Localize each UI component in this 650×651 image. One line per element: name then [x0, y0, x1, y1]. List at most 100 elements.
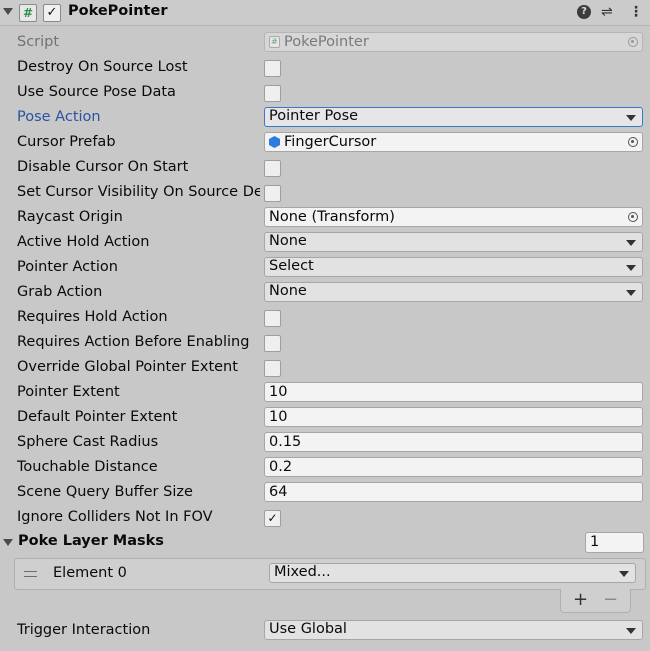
touchable-distance-label: Touchable Distance — [17, 459, 158, 475]
poke-layer-masks-size-value: 1 — [590, 534, 600, 550]
poke-layer-masks-size-input[interactable]: 1 — [585, 532, 644, 553]
requires-action-before-enabling-label: Requires Action Before Enabling — [17, 334, 250, 350]
element-0-value: Mixed... — [274, 564, 331, 580]
cursor-prefab-field[interactable]: FingerCursor — [264, 132, 643, 152]
row-default-pointer-extent: Default Pointer Extent 10 — [0, 406, 650, 431]
use-source-pose-data-checkbox[interactable] — [264, 85, 281, 102]
component-header: # ✓ PokePointer ? ⇌ ⋮ — [0, 0, 650, 26]
row-ignore-colliders-not-in-fov: Ignore Colliders Not In FOV ✓ — [0, 506, 650, 531]
trigger-interaction-value: Use Global — [269, 621, 347, 637]
set-cursor-visibility-label: Set Cursor Visibility On Source Detected — [17, 184, 260, 200]
remove-element-button[interactable]: − — [603, 589, 618, 611]
ignore-colliders-not-in-fov-checkbox[interactable]: ✓ — [264, 510, 281, 527]
active-hold-action-label: Active Hold Action — [17, 234, 150, 250]
row-pointer-extent: Pointer Extent 10 — [0, 381, 650, 406]
set-cursor-visibility-checkbox[interactable] — [264, 185, 281, 202]
pointer-extent-input[interactable]: 10 — [264, 382, 643, 402]
chevron-down-icon — [626, 115, 636, 121]
object-picker-icon[interactable] — [628, 212, 638, 222]
script-field: # PokePointer — [264, 32, 643, 52]
row-sphere-cast-radius: Sphere Cast Radius 0.15 — [0, 431, 650, 456]
row-poke-layer-masks: Poke Layer Masks 1 — [0, 531, 650, 556]
prefab-cube-icon — [269, 136, 280, 148]
scene-query-buffer-size-label: Scene Query Buffer Size — [17, 484, 193, 500]
chevron-down-icon — [626, 265, 636, 271]
element-0-label: Element 0 — [53, 565, 127, 581]
override-global-pointer-extent-label: Override Global Pointer Extent — [17, 359, 238, 375]
default-pointer-extent-input[interactable]: 10 — [264, 407, 643, 427]
row-active-hold-action: Active Hold Action None — [0, 231, 650, 256]
pointer-action-dropdown[interactable]: Select — [264, 257, 643, 277]
poke-layer-masks-label[interactable]: Poke Layer Masks — [18, 533, 164, 549]
script-label: Script — [17, 34, 60, 50]
sphere-cast-radius-value: 0.15 — [269, 434, 302, 450]
raycast-origin-value: None (Transform) — [269, 209, 395, 225]
raycast-origin-field[interactable]: None (Transform) — [264, 207, 643, 227]
scene-query-buffer-size-input[interactable]: 64 — [264, 482, 643, 502]
cursor-prefab-value: FingerCursor — [284, 134, 377, 150]
trigger-interaction-label: Trigger Interaction — [17, 622, 151, 638]
script-icon: # — [19, 4, 37, 22]
ignore-colliders-not-in-fov-label: Ignore Colliders Not In FOV — [17, 509, 213, 525]
destroy-on-source-lost-checkbox[interactable] — [264, 60, 281, 77]
list-footer: + − — [560, 589, 631, 613]
row-disable-cursor-on-start: Disable Cursor On Start — [0, 156, 650, 181]
row-pose-action: Pose Action Pointer Pose — [0, 106, 650, 131]
requires-hold-action-label: Requires Hold Action — [17, 309, 168, 325]
chevron-down-icon — [626, 290, 636, 296]
element-0-dropdown[interactable]: Mixed... — [269, 563, 636, 583]
requires-hold-action-checkbox[interactable] — [264, 310, 281, 327]
row-trigger-interaction: Trigger Interaction Use Global — [0, 619, 650, 644]
row-destroy-on-source-lost: Destroy On Source Lost — [0, 56, 650, 81]
grab-action-value: None — [269, 283, 307, 299]
pointer-action-value: Select — [269, 258, 314, 274]
use-source-pose-data-label: Use Source Pose Data — [17, 84, 176, 100]
scene-query-buffer-size-value: 64 — [269, 484, 288, 500]
row-grab-action: Grab Action None — [0, 281, 650, 306]
pointer-extent-label: Pointer Extent — [17, 384, 120, 400]
context-menu-icon[interactable]: ⋮ — [629, 4, 643, 20]
raycast-origin-label: Raycast Origin — [17, 209, 123, 225]
pose-action-label: Pose Action — [17, 109, 101, 125]
disable-cursor-on-start-label: Disable Cursor On Start — [17, 159, 189, 175]
chevron-down-icon — [626, 628, 636, 634]
pointer-action-label: Pointer Action — [17, 259, 118, 275]
cursor-prefab-label: Cursor Prefab — [17, 134, 116, 150]
requires-action-before-enabling-checkbox[interactable] — [264, 335, 281, 352]
row-set-cursor-visibility: Set Cursor Visibility On Source Detected — [0, 181, 650, 206]
object-picker-icon[interactable] — [628, 137, 638, 147]
pose-action-dropdown[interactable]: Pointer Pose — [264, 107, 643, 127]
foldout-arrow-icon[interactable] — [3, 539, 13, 546]
row-cursor-prefab: Cursor Prefab FingerCursor — [0, 131, 650, 156]
trigger-interaction-dropdown[interactable]: Use Global — [264, 620, 643, 640]
sphere-cast-radius-label: Sphere Cast Radius — [17, 434, 159, 450]
touchable-distance-value: 0.2 — [269, 459, 293, 475]
touchable-distance-input[interactable]: 0.2 — [264, 457, 643, 477]
pose-action-value: Pointer Pose — [269, 108, 359, 124]
row-override-global-pointer-extent: Override Global Pointer Extent — [0, 356, 650, 381]
script-file-icon: # — [269, 36, 280, 48]
disable-cursor-on-start-checkbox[interactable] — [264, 160, 281, 177]
row-requires-action-before-enabling: Requires Action Before Enabling — [0, 331, 650, 356]
row-scene-query-buffer-size: Scene Query Buffer Size 64 — [0, 481, 650, 506]
drag-handle-icon[interactable] — [24, 571, 37, 577]
grab-action-label: Grab Action — [17, 284, 103, 300]
chevron-down-icon — [619, 571, 629, 577]
grab-action-dropdown[interactable]: None — [264, 282, 643, 302]
script-value: PokePointer — [284, 34, 369, 50]
row-touchable-distance: Touchable Distance 0.2 — [0, 456, 650, 481]
object-picker-icon — [628, 37, 638, 47]
destroy-on-source-lost-label: Destroy On Source Lost — [17, 59, 188, 75]
override-global-pointer-extent-checkbox[interactable] — [264, 360, 281, 377]
chevron-down-icon — [626, 240, 636, 246]
add-element-button[interactable]: + — [573, 589, 588, 611]
help-icon[interactable]: ? — [577, 5, 591, 19]
foldout-arrow-icon[interactable] — [3, 8, 13, 15]
row-use-source-pose-data: Use Source Pose Data — [0, 81, 650, 106]
poke-layer-masks-list: Element 0 Mixed... — [14, 558, 646, 590]
row-pointer-action: Pointer Action Select — [0, 256, 650, 281]
active-hold-action-dropdown[interactable]: None — [264, 232, 643, 252]
sphere-cast-radius-input[interactable]: 0.15 — [264, 432, 643, 452]
presets-icon[interactable]: ⇌ — [601, 4, 613, 20]
component-enable-checkbox[interactable]: ✓ — [43, 4, 61, 22]
